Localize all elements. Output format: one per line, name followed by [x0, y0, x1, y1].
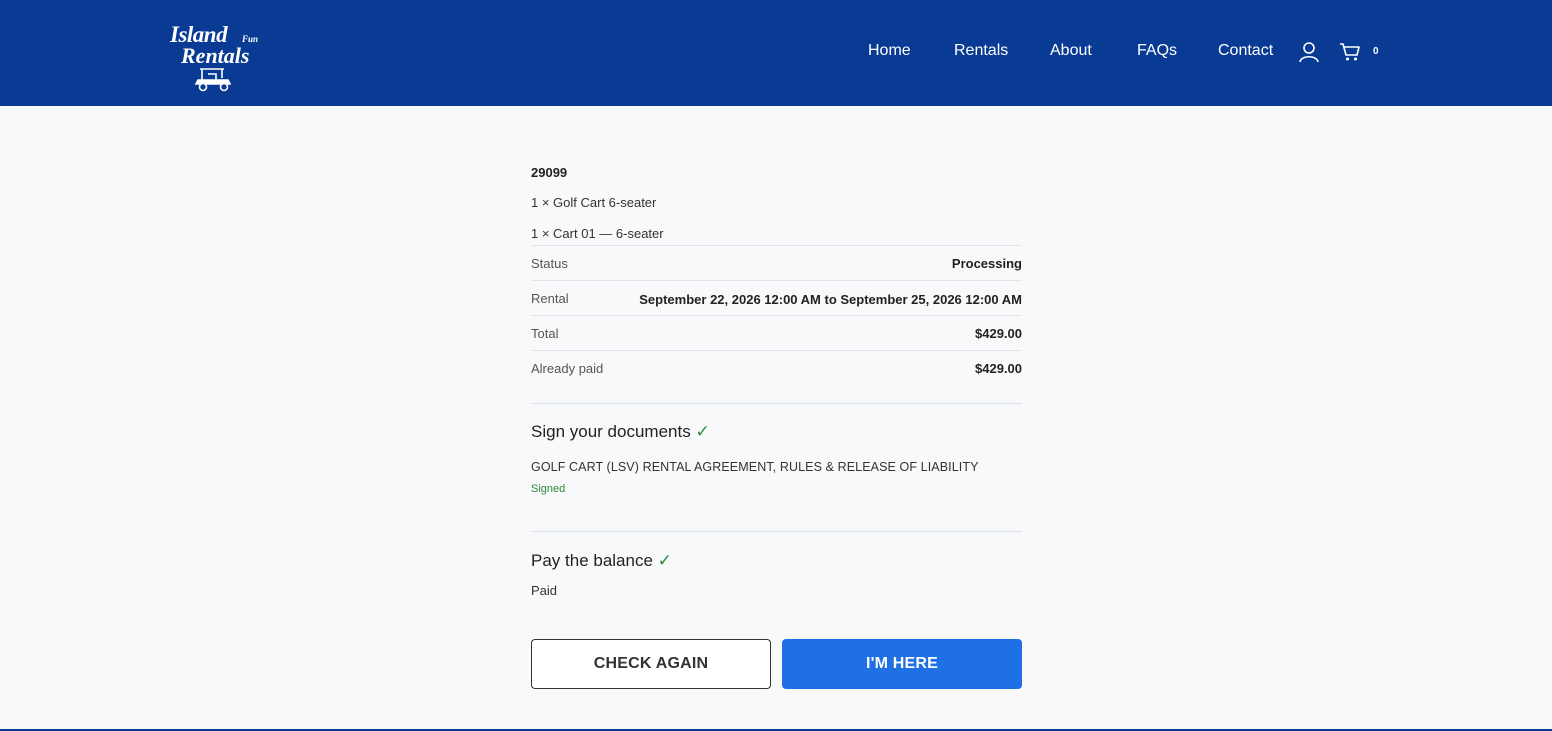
nav-faqs[interactable]: FAQs — [1137, 42, 1177, 60]
detail-label: Already paid — [531, 361, 604, 376]
detail-row-status: Status Processing — [531, 245, 1022, 280]
nav-about[interactable]: About — [1050, 42, 1092, 60]
golf-cart-icon — [194, 68, 232, 92]
balance-status: Paid — [531, 583, 558, 598]
order-number: 29099 — [531, 165, 568, 180]
section-divider — [531, 403, 1022, 404]
detail-row-already-paid: Already paid $429.00 — [531, 350, 1022, 385]
documents-section-title: Sign your documents ✓ — [531, 422, 710, 442]
order-item: 1 × Cart 01 — 6-seater — [531, 226, 664, 241]
checkmark-icon: ✓ — [657, 551, 672, 570]
checkmark-icon: ✓ — [695, 422, 710, 441]
document-status: Signed — [531, 483, 566, 495]
account-icon[interactable] — [1298, 41, 1320, 63]
documents-title-text: Sign your documents — [531, 422, 691, 441]
detail-row-rental: Rental September 22, 2026 12:00 AM to Se… — [531, 280, 1022, 315]
balance-title-text: Pay the balance — [531, 551, 653, 570]
total-value: $429.00 — [975, 326, 1022, 341]
detail-label: Total — [531, 326, 559, 341]
rental-period-value: September 22, 2026 12:00 AM to September… — [639, 292, 1022, 307]
order-item: 1 × Golf Cart 6-seater — [531, 195, 657, 210]
site-logo[interactable]: Island Fun Rentals — [166, 22, 266, 94]
status-value: Processing — [951, 256, 1022, 271]
nav-rentals[interactable]: Rentals — [954, 42, 1008, 60]
already-paid-value: $429.00 — [975, 361, 1022, 376]
nav-contact[interactable]: Contact — [1218, 42, 1273, 60]
nav-home[interactable]: Home — [868, 42, 911, 60]
document-name-link[interactable]: GOLF CART (LSV) RENTAL AGREEMENT, RULES … — [531, 460, 979, 474]
cart-count-badge: 0 — [1373, 46, 1379, 57]
detail-label: Status — [531, 256, 568, 271]
im-here-button[interactable]: I'M HERE — [782, 639, 1022, 689]
balance-section-title: Pay the balance ✓ — [531, 551, 672, 571]
section-divider — [531, 531, 1022, 532]
check-again-button[interactable]: CHECK AGAIN — [531, 639, 771, 689]
detail-label: Rental — [531, 291, 569, 306]
cart-icon[interactable] — [1339, 42, 1361, 62]
site-header: Island Fun Rentals Home Rentals About FA… — [0, 0, 1552, 106]
detail-row-total: Total $429.00 — [531, 315, 1022, 350]
